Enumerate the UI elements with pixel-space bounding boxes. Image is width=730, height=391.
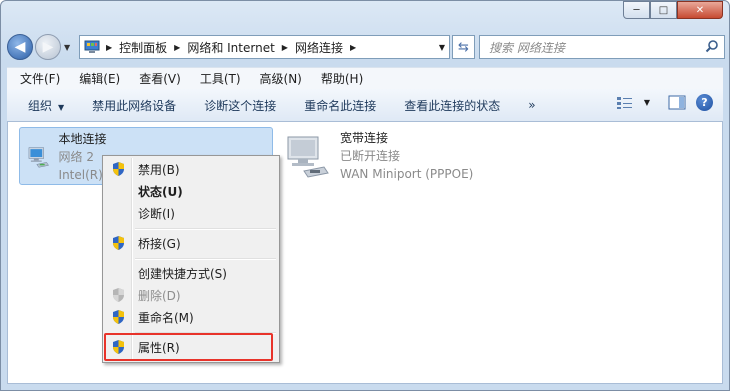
uac-shield-icon xyxy=(113,236,124,250)
menu-tools[interactable]: 工具(T) xyxy=(187,70,247,87)
chevron-right-icon[interactable]: ▶ xyxy=(106,43,112,52)
more-commands-button[interactable]: » xyxy=(514,98,549,112)
menu-item-label: 禁用(B) xyxy=(138,162,180,177)
minimize-button[interactable]: ─ xyxy=(623,1,650,19)
view-controls: ▼ ? xyxy=(616,94,713,111)
forward-button[interactable]: ▶ xyxy=(35,34,61,60)
menu-advanced[interactable]: 高级(N) xyxy=(247,70,308,87)
context-menu: 禁用(B) 状态(U) 诊断(I) 桥接(G) 创建快捷方式(S) 删除(D) … xyxy=(102,155,280,363)
menu-item-label: 删除(D) xyxy=(138,288,181,303)
chevron-right-icon[interactable]: ▶ xyxy=(174,43,180,52)
connection-name: 宽带连接 xyxy=(340,131,389,145)
change-view-icon[interactable] xyxy=(616,96,634,110)
recent-pages-dropdown-icon[interactable]: ▼ xyxy=(64,43,70,52)
menu-item-diagnose[interactable]: 诊断(I) xyxy=(105,202,277,224)
menu-item-label: 重命名(M) xyxy=(138,310,194,325)
chevron-right-icon[interactable]: ▶ xyxy=(350,43,356,52)
view-status-button[interactable]: 查看此连接的状态 xyxy=(390,97,514,114)
breadcrumb-network-internet[interactable]: 网络和 Internet xyxy=(187,39,274,56)
organize-label: 组织 xyxy=(28,98,53,113)
network-adapter-icon xyxy=(28,147,49,168)
menu-view[interactable]: 查看(V) xyxy=(126,70,187,87)
navigation-bar: ◀ ▶ ▼ ▶ 控制面板 ▶ 网络和 Internet ▶ 网络连接 ▶ ▼ ⇆ xyxy=(7,32,725,62)
properties-highlight-box xyxy=(104,333,273,361)
address-dropdown-icon[interactable]: ▼ xyxy=(439,43,445,52)
chevron-down-icon: ▼ xyxy=(58,102,65,112)
menu-file[interactable]: 文件(F) xyxy=(7,70,66,87)
forward-arrow-icon: ▶ xyxy=(42,39,54,55)
search-icon[interactable] xyxy=(705,39,719,53)
uac-shield-icon xyxy=(113,288,124,302)
view-dropdown-icon[interactable]: ▼ xyxy=(644,98,650,107)
menu-bar: 文件(F) 编辑(E) 查看(V) 工具(T) 高级(N) 帮助(H) xyxy=(7,67,723,89)
menu-item-label: 状态(U) xyxy=(138,184,183,199)
maximize-button[interactable]: □ xyxy=(650,1,677,19)
broadband-adapter-icon xyxy=(287,136,329,178)
menu-item-delete: 删除(D) xyxy=(105,284,277,306)
menu-separator xyxy=(135,228,276,230)
menu-item-create-shortcut[interactable]: 创建快捷方式(S) xyxy=(105,262,277,284)
uac-shield-icon xyxy=(113,162,124,176)
connection-item-broadband[interactable]: 宽带连接 已断开连接 WAN Miniport (PPPOE) xyxy=(276,127,476,185)
command-bar: 组织 ▼ 禁用此网络设备 诊断这个连接 重命名此连接 查看此连接的状态 » ▼ ? xyxy=(7,89,723,122)
menu-edit[interactable]: 编辑(E) xyxy=(66,70,126,87)
rename-button[interactable]: 重命名此连接 xyxy=(290,97,390,114)
menu-item-label: 创建快捷方式(S) xyxy=(138,266,227,281)
connection-device: WAN Miniport (PPPOE) xyxy=(340,167,474,181)
refresh-button[interactable]: ⇆ xyxy=(452,35,475,59)
address-bar[interactable]: ▶ 控制面板 ▶ 网络和 Internet ▶ 网络连接 ▶ ▼ xyxy=(79,35,450,59)
menu-item-rename[interactable]: 重命名(M) xyxy=(105,306,277,328)
organize-button[interactable]: 组织 ▼ xyxy=(7,97,78,114)
caption-buttons: ─ □ ✕ xyxy=(623,1,723,19)
menu-item-label: 桥接(G) xyxy=(138,236,181,251)
connection-status: 已断开连接 xyxy=(340,149,401,163)
menu-item-label: 诊断(I) xyxy=(138,206,175,221)
breadcrumb-network-connections[interactable]: 网络连接 xyxy=(295,39,343,56)
back-button[interactable]: ◀ xyxy=(7,34,33,60)
menu-help[interactable]: 帮助(H) xyxy=(308,70,369,87)
control-panel-icon xyxy=(84,40,100,53)
refresh-icon: ⇆ xyxy=(458,39,469,55)
chevron-right-icon[interactable]: ▶ xyxy=(282,43,288,52)
diagnose-button[interactable]: 诊断这个连接 xyxy=(190,97,290,114)
menu-item-bridge[interactable]: 桥接(G) xyxy=(105,232,277,254)
menu-item-status[interactable]: 状态(U) xyxy=(105,180,277,202)
back-arrow-icon: ◀ xyxy=(14,39,26,55)
menu-item-disable[interactable]: 禁用(B) xyxy=(105,158,277,180)
help-icon[interactable]: ? xyxy=(696,94,713,111)
uac-shield-icon xyxy=(113,310,124,324)
search-input[interactable]: 搜索 网络连接 xyxy=(479,35,725,59)
breadcrumb-control-panel[interactable]: 控制面板 xyxy=(119,39,167,56)
close-button[interactable]: ✕ xyxy=(677,1,723,19)
disable-device-button[interactable]: 禁用此网络设备 xyxy=(78,97,190,114)
preview-pane-icon[interactable] xyxy=(668,95,686,110)
search-placeholder: 搜索 网络连接 xyxy=(489,40,565,55)
menu-separator xyxy=(135,258,276,260)
connection-name: 本地连接 xyxy=(58,132,107,146)
